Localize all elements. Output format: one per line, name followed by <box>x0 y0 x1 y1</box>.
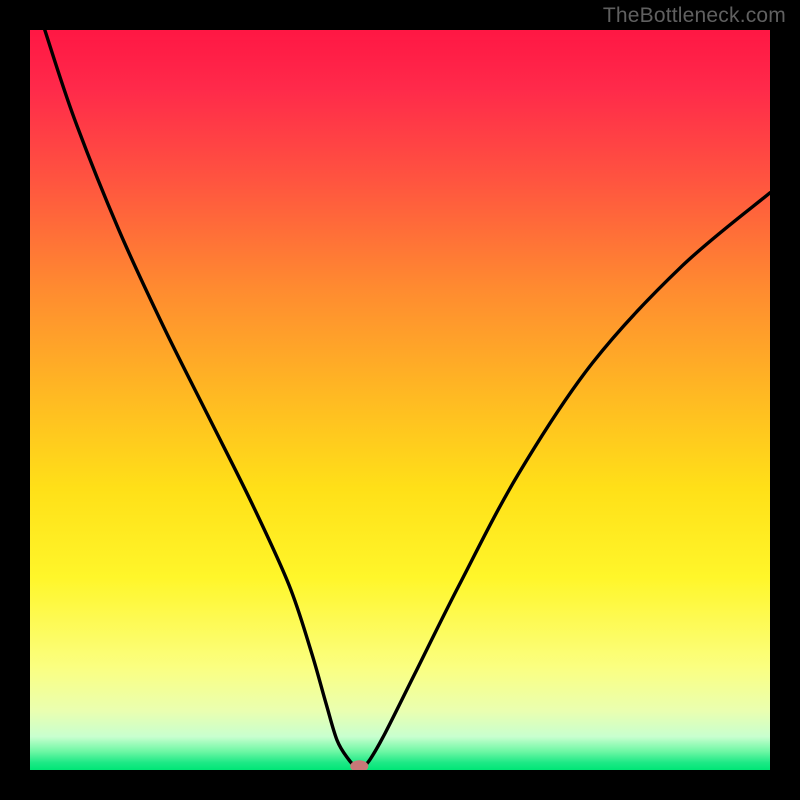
chart-frame: TheBottleneck.com <box>0 0 800 800</box>
watermark-text: TheBottleneck.com <box>603 4 786 28</box>
chart-svg <box>30 30 770 770</box>
plot-area <box>30 30 770 770</box>
gradient-rect <box>30 30 770 770</box>
